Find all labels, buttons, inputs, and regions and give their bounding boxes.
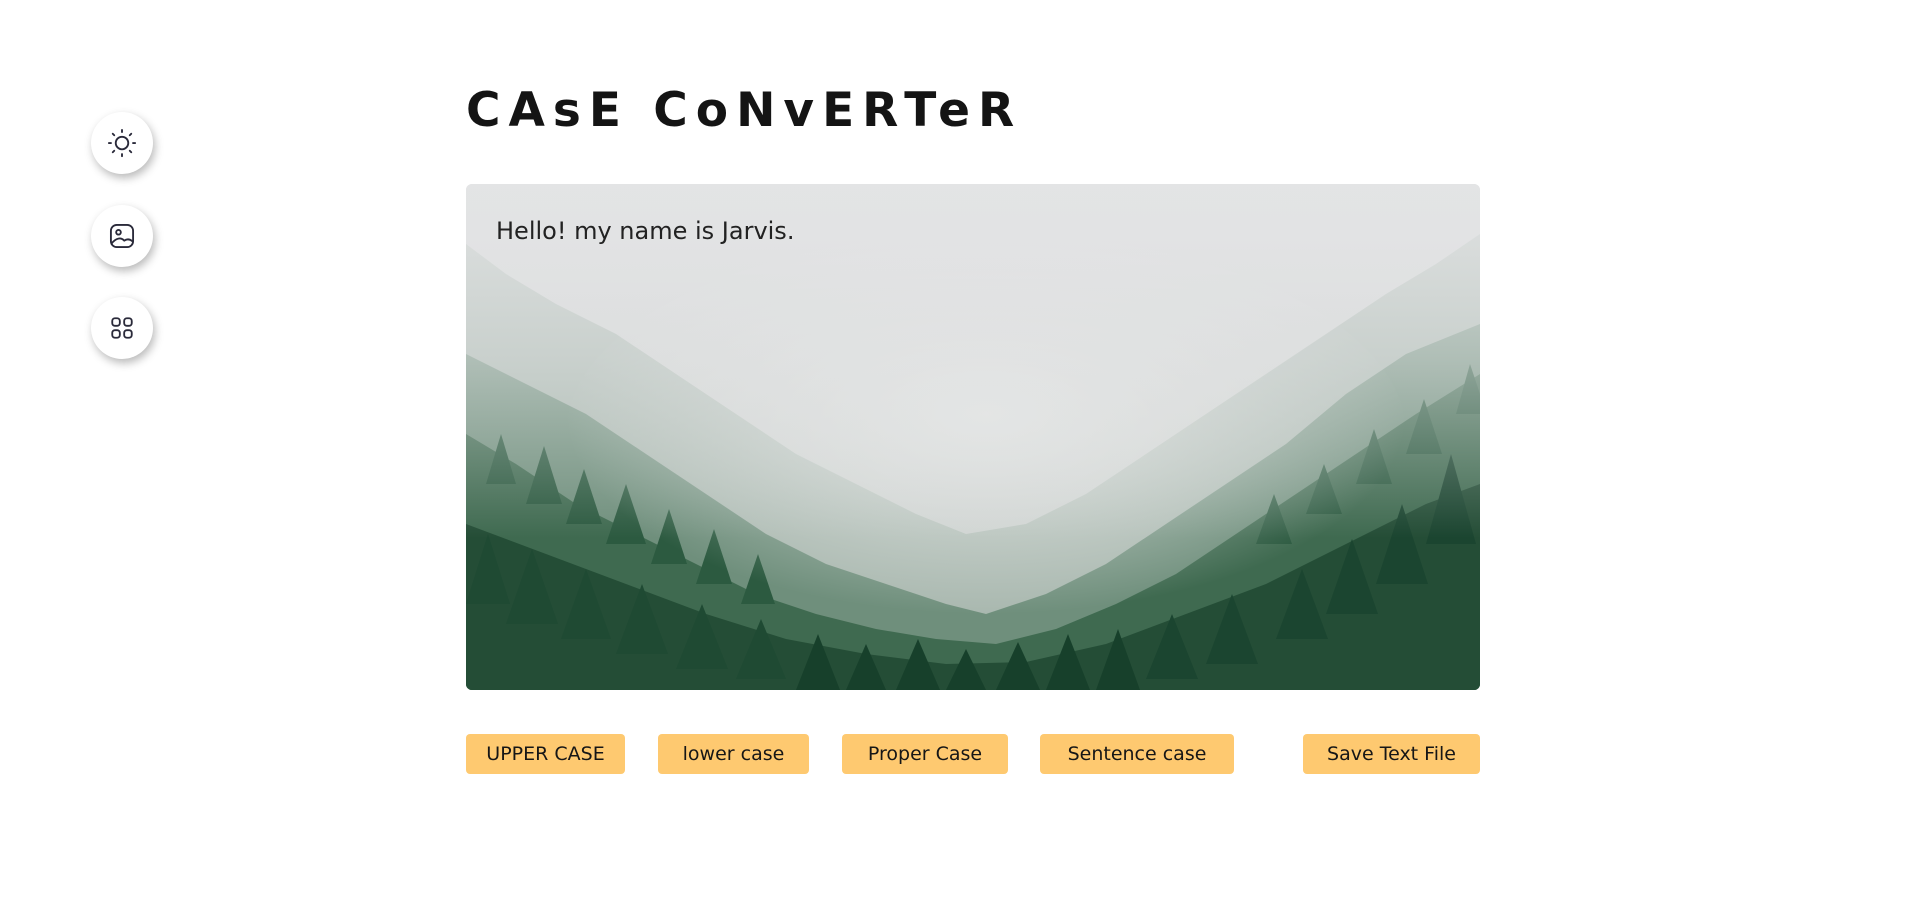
proper-case-button[interactable]: Proper Case (842, 734, 1008, 774)
sentence-case-button[interactable]: Sentence case (1040, 734, 1234, 774)
action-button-row: UPPER CASE lower case Proper Case Senten… (466, 734, 1480, 774)
text-editor-panel (466, 184, 1480, 690)
grid-icon (111, 317, 133, 339)
sun-icon (107, 128, 137, 158)
upper-case-button[interactable]: UPPER CASE (466, 734, 625, 774)
save-text-file-button[interactable]: Save Text File (1303, 734, 1480, 774)
text-input-area[interactable] (466, 184, 1480, 690)
apps-grid-button[interactable] (91, 297, 153, 359)
background-image-button[interactable] (91, 205, 153, 267)
theme-toggle-button[interactable] (91, 112, 153, 174)
image-icon (109, 223, 135, 249)
lower-case-button[interactable]: lower case (658, 734, 809, 774)
page-title: CAsE CoNvERTeR (466, 83, 1023, 138)
